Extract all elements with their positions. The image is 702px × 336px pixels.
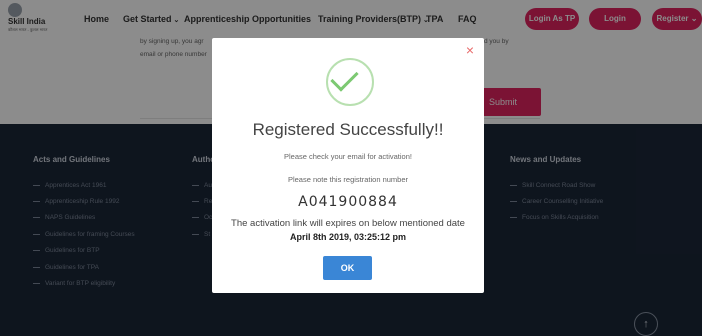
expiry-date: April 8th 2019, 03:25:12 pm <box>289 232 407 242</box>
ok-button[interactable]: OK <box>323 256 372 280</box>
modal-title: Registered Successfully!! <box>252 120 444 139</box>
check-email-message: Please check your email for activation! <box>284 152 412 161</box>
expiry-message: The activation link will expires on belo… <box>231 218 465 229</box>
success-modal: × Registered Successfully!! Please check… <box>212 38 484 293</box>
registration-number: A041900884 <box>298 194 398 210</box>
close-icon[interactable]: × <box>464 43 476 57</box>
registration-note: Please note this registration number <box>287 175 409 184</box>
